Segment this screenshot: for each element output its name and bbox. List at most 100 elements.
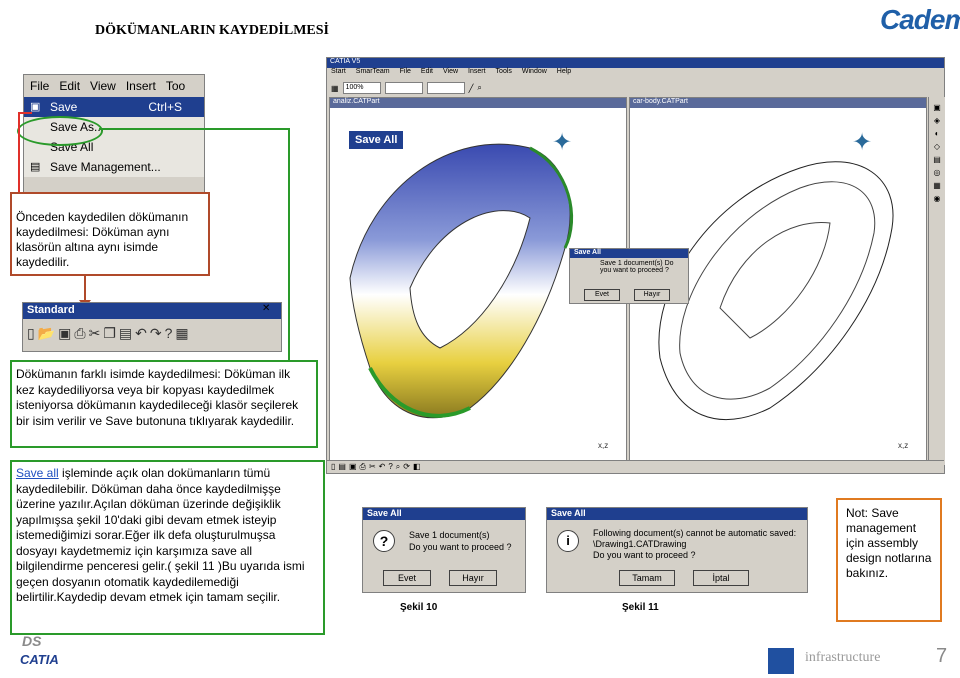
- menu-view[interactable]: View: [90, 79, 116, 93]
- style-select[interactable]: [426, 82, 465, 94]
- catia-bottom-toolbar: ▯ ▤ ▣ ⎙ ✂ ↶ ? ⌕ ⟳ ◧: [327, 460, 944, 473]
- save-as-highlight: [17, 116, 103, 146]
- catia-menu-smarteam[interactable]: SmarTeam: [356, 68, 390, 78]
- dialog10-line1: Save 1 document(s): [409, 530, 490, 540]
- dialog11-ok-button[interactable]: Tamam: [619, 570, 675, 586]
- save-icon[interactable]: ▣: [58, 325, 71, 342]
- new-icon[interactable]: ▯: [27, 325, 35, 342]
- catia-menu-start[interactable]: Start: [331, 68, 346, 78]
- catia-save-all-dialog: Save All Save 1 document(s) Do you want …: [569, 248, 689, 304]
- compass-icon-right[interactable]: ✦: [852, 128, 872, 157]
- catia-side-toolbar: ▣ ◈ ◐ ◇ ▤ ◎ ▦ ◉: [928, 97, 945, 465]
- catia-menubar: Start SmarTeam File Edit View Insert Too…: [327, 68, 944, 78]
- catia-menu-tools[interactable]: Tools: [496, 68, 512, 78]
- info-icon: i: [557, 530, 579, 552]
- catia-menu-window[interactable]: Window: [522, 68, 547, 78]
- grid-icon[interactable]: ▦: [331, 84, 339, 93]
- catia-menu-edit[interactable]: Edit: [421, 68, 433, 78]
- cadem-logo: Cadem.: [880, 4, 960, 35]
- catia-menu-insert[interactable]: Insert: [468, 68, 486, 78]
- catia-dialog-title: Save All: [570, 249, 688, 258]
- dialog10-no-button[interactable]: Hayır: [449, 570, 497, 586]
- menu-edit[interactable]: Edit: [59, 79, 80, 93]
- axis-label-left: x,z: [598, 441, 608, 450]
- menu-file[interactable]: File: [30, 79, 49, 93]
- catia-menu-view[interactable]: View: [443, 68, 458, 78]
- bottom-new-icon[interactable]: ▯: [331, 462, 335, 472]
- note-box: Not: Save management için assembly desig…: [836, 498, 942, 622]
- dialog10-line2: Do you want to proceed ?: [409, 542, 512, 552]
- catia-dialog-no[interactable]: Hayır: [634, 289, 670, 301]
- catia-logo: CATIA: [20, 652, 59, 667]
- menu-item-save[interactable]: Save Ctrl+S ▣: [24, 97, 204, 117]
- connector-red: [18, 112, 20, 194]
- dialog11-line2: \Drawing1.CATDrawing: [593, 539, 687, 549]
- catia-menu-file[interactable]: File: [400, 68, 411, 78]
- save-all-link[interactable]: Save all: [16, 466, 59, 480]
- print-icon[interactable]: ⎙: [74, 325, 85, 342]
- figure-11-caption: Şekil 11: [622, 602, 659, 613]
- connector-green-h: [99, 128, 290, 130]
- copy-icon[interactable]: ❐: [103, 325, 116, 342]
- tool-icon-8[interactable]: ◉: [934, 194, 941, 203]
- tool-icon-2[interactable]: ◈: [934, 116, 940, 125]
- cut-icon[interactable]: ✂: [89, 325, 101, 342]
- tool-icon-3[interactable]: ◐: [935, 129, 940, 138]
- menu-insert[interactable]: Insert: [126, 79, 156, 93]
- dialog11-line1: Following document(s) cannot be automati…: [593, 528, 797, 538]
- close-icon[interactable]: ✕: [262, 303, 270, 314]
- bottom-save-icon[interactable]: ▣: [349, 462, 357, 472]
- dialog11-cancel-button[interactable]: İptal: [693, 570, 749, 586]
- tool-icon-6[interactable]: ◎: [934, 168, 941, 177]
- paste-icon[interactable]: ▤: [119, 325, 132, 342]
- menu-bar: File Edit View Insert Too: [24, 75, 204, 97]
- bottom-zoom-icon[interactable]: ⌕: [396, 462, 400, 472]
- bottom-help-icon[interactable]: ?: [388, 462, 392, 472]
- ds-logo: DS: [22, 633, 42, 649]
- callout-save-as: Dökümanın farklı isimde kaydedilmesi: Dö…: [10, 360, 318, 448]
- bottom-rotate-icon[interactable]: ⟳: [403, 462, 410, 472]
- save-label: Save: [50, 100, 78, 114]
- compass-icon[interactable]: ✦: [552, 128, 572, 157]
- save-management-icon: ▤: [30, 161, 41, 173]
- help-icon[interactable]: ?: [165, 325, 173, 342]
- dialog10-title: Save All: [363, 508, 525, 520]
- bottom-view-icon[interactable]: ◧: [413, 462, 421, 472]
- catia-dialog-yes[interactable]: Evet: [584, 289, 620, 301]
- question-icon: ?: [373, 530, 395, 552]
- menu-tools[interactable]: Too: [166, 79, 185, 93]
- bottom-cut-icon[interactable]: ✂: [369, 462, 376, 472]
- menu-item-save-management[interactable]: ▤ Save Management...: [24, 157, 204, 177]
- open-icon[interactable]: 📂: [38, 325, 55, 342]
- catia-window: CATIA V5 Start SmarTeam File Edit View I…: [326, 57, 945, 474]
- dialog10-yes-button[interactable]: Evet: [383, 570, 431, 586]
- bottom-open-icon[interactable]: ▤: [338, 462, 346, 472]
- layer-select[interactable]: [384, 82, 423, 94]
- redo-icon[interactable]: ↷: [150, 325, 162, 342]
- page-number: 7: [936, 645, 948, 667]
- catia-menu-help[interactable]: Help: [557, 68, 571, 78]
- tool-icon-4[interactable]: ◇: [934, 142, 940, 151]
- left-window-title: analiz.CATPart: [330, 98, 626, 108]
- callout-save: Önceden kaydedilen dökümanın kaydedilmes…: [10, 192, 210, 276]
- bottom-print-icon[interactable]: ⎙: [360, 462, 366, 472]
- save-all-text: işleminde açık olan dokümanların tümü ka…: [16, 466, 305, 604]
- zoom-icon[interactable]: ⌕: [477, 83, 481, 93]
- bottom-undo-icon[interactable]: ↶: [379, 462, 386, 472]
- line-icon[interactable]: ╱: [469, 84, 474, 93]
- save-management-icon[interactable]: ▦: [175, 325, 188, 342]
- toolbar-title: Standard: [23, 303, 281, 319]
- standard-toolbar: Standard ▯ 📂 ▣ ⎙ ✂ ❐ ▤ ↶ ↷ ? ▦: [22, 302, 282, 352]
- undo-icon[interactable]: ↶: [135, 325, 147, 342]
- tool-icon-7[interactable]: ▦: [933, 181, 941, 190]
- zoom-select[interactable]: 100%: [342, 82, 381, 94]
- page-title: DÖKÜMANLARIN KAYDEDİLMESİ: [95, 23, 330, 38]
- connector-green-v: [288, 128, 290, 360]
- catia-title: CATIA V5: [327, 58, 944, 68]
- dialog-figure-10: Save All ? Save 1 document(s) Do you wan…: [362, 507, 526, 593]
- tool-icon-1[interactable]: ▣: [933, 103, 941, 112]
- tool-icon-5[interactable]: ▤: [933, 155, 941, 164]
- dialog-figure-11: Save All i Following document(s) cannot …: [546, 507, 808, 593]
- right-window-title: car-body.CATPart: [630, 98, 926, 108]
- figure-10-caption: Şekil 10: [400, 602, 438, 613]
